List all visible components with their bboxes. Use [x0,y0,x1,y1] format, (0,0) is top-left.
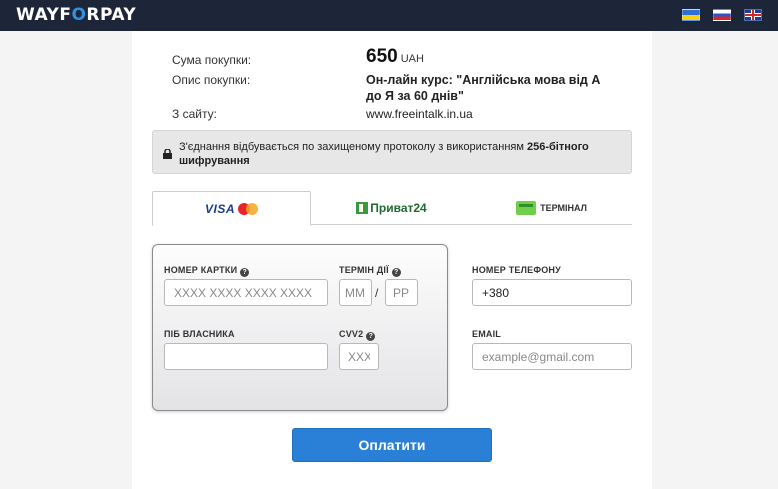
payment-method-tabs: VISA Приват24 ТЕРМІНАЛ [152,191,632,226]
logo-text-right: RPAY [86,5,137,25]
russia-flag-icon[interactable] [713,9,731,21]
help-icon[interactable]: ? [240,268,250,277]
wayforpay-logo[interactable]: WAYFORPAY [16,5,136,25]
help-icon[interactable]: ? [391,268,401,277]
uk-flag-icon[interactable] [744,9,762,21]
tab-privat24[interactable]: Приват24 [312,191,471,225]
cvv-input[interactable] [339,343,379,370]
terminal-label: ТЕРМІНАЛ [540,203,587,213]
privat24-label: Приват24 [370,201,427,215]
terminal-icon [516,201,537,215]
email-input[interactable] [472,343,632,370]
card-holder-input[interactable] [164,343,328,370]
card-number-label: НОМЕР КАРТКИ? [164,265,250,277]
amount-label: Сума покупки: [172,53,252,67]
description-value: Он-лайн курс: "Англійська мова від А до … [366,73,601,103]
site-value: www.freeintalk.in.ua [366,107,473,121]
card-number-input[interactable] [164,279,328,306]
secure-connection-notice: З'єднання відбувається по захищеному про… [152,130,632,174]
secure-connection-text: З'єднання відбувається по захищеному про… [179,140,619,168]
tab-terminal[interactable]: ТЕРМІНАЛ [472,191,631,225]
logo-text-accent: O [71,5,87,25]
logo-text-left: WAYF [16,5,72,25]
amount-value: 650 UAH [366,46,424,68]
help-icon[interactable]: ? [366,332,376,341]
pay-button[interactable]: Оплатити [292,428,492,462]
expiry-separator: / [375,286,379,300]
top-bar: WAYFORPAY [0,0,778,31]
expiry-year-input[interactable] [385,279,418,306]
description-label: Опис покупки: [172,73,251,87]
privat24-icon [356,202,369,214]
expiry-label: ТЕРМІН ДІЇ? [339,265,401,277]
amount-number: 650 [366,46,398,67]
language-switcher [682,9,762,21]
phone-input[interactable] [472,279,632,306]
tab-card[interactable]: VISA [152,191,311,226]
cvv-label: CVV2? [339,329,376,341]
secure-text-main: З'єднання відбувається по захищеному про… [179,141,527,153]
ukraine-flag-icon[interactable] [682,9,700,21]
mastercard-icon [238,202,258,215]
card-holder-label: ПІБ ВЛАСНИКА [164,329,235,339]
amount-currency: UAH [400,53,424,65]
email-label: EMAIL [472,329,501,339]
expiry-month-input[interactable] [339,279,372,306]
lock-icon [163,149,172,159]
visa-logo: VISA [204,201,235,216]
site-label: З сайту: [172,107,217,121]
phone-label: НОМЕР ТЕЛЕФОНУ [472,265,561,275]
